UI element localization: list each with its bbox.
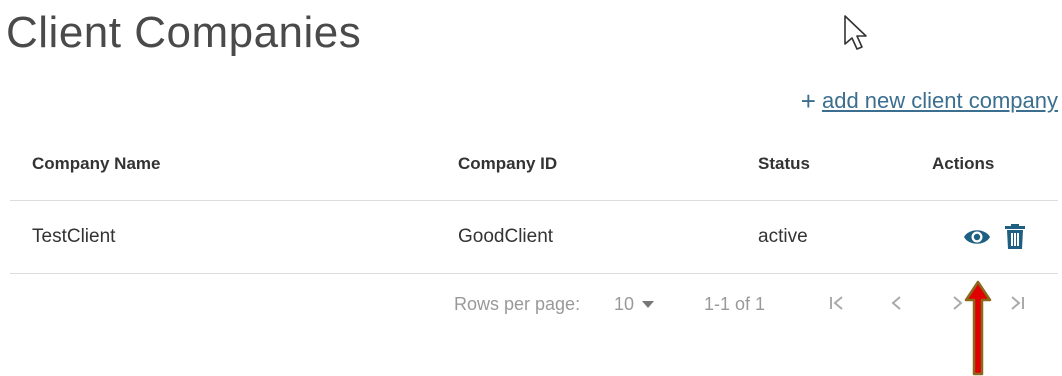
client-companies-table: Company Name Company ID Status Actions T… — [10, 128, 1058, 274]
view-eye-icon[interactable] — [962, 222, 992, 252]
add-client-company-link[interactable]: + add new client company — [801, 88, 1058, 114]
cell-company-id: GoodClient — [458, 226, 554, 247]
add-client-company-label: add new client company — [821, 88, 1058, 113]
table-header-row: Company Name Company ID Status Actions — [10, 128, 1058, 201]
delete-trash-icon[interactable] — [1000, 222, 1030, 252]
row-actions — [962, 222, 1030, 252]
page-range-label: 1-1 of 1 — [704, 294, 766, 314]
column-header-company-name[interactable]: Company Name — [32, 154, 160, 174]
table-pagination: Rows per page: 10 1-1 of 1 — [10, 276, 1058, 336]
annotation-arrow-icon — [964, 280, 992, 376]
client-companies-page: Client Companies + add new client compan… — [0, 0, 1062, 376]
page-title: Client Companies — [6, 8, 362, 57]
dropdown-caret-icon — [642, 301, 655, 308]
rows-per-page-value: 10 — [614, 294, 635, 314]
last-page-icon[interactable] — [1002, 288, 1032, 318]
column-header-company-id[interactable]: Company ID — [458, 154, 557, 174]
first-page-icon[interactable] — [822, 288, 852, 318]
mouse-cursor-icon — [844, 15, 867, 50]
cell-status: active — [758, 226, 808, 247]
rows-per-page-label: Rows per page: — [454, 294, 581, 314]
table-row: TestClient GoodClient active — [10, 201, 1058, 274]
column-header-status[interactable]: Status — [758, 154, 810, 174]
plus-icon: + — [800, 86, 816, 116]
cell-company-name: TestClient — [32, 226, 116, 247]
previous-page-icon[interactable] — [882, 288, 912, 318]
column-header-actions: Actions — [932, 154, 995, 173]
rows-per-page-select[interactable]: 10 — [614, 294, 655, 315]
